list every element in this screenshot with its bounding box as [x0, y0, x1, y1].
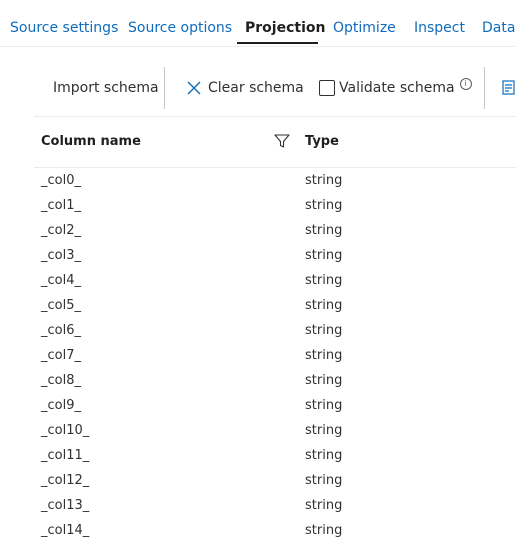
- close-icon: [187, 81, 201, 95]
- table-row[interactable]: _col7_ string: [34, 344, 516, 369]
- tab-projection[interactable]: Projection: [245, 19, 325, 37]
- table-row[interactable]: _col6_ string: [34, 319, 516, 344]
- active-tab-indicator: [237, 42, 318, 44]
- info-icon[interactable]: i: [459, 78, 472, 90]
- column-name-cell: _col7_: [41, 348, 81, 363]
- toolbar-divider: [164, 67, 165, 109]
- type-cell: string: [305, 523, 343, 538]
- toolbar-divider: [484, 67, 485, 109]
- type-cell: string: [305, 498, 343, 513]
- tab-data-preview[interactable]: Data preview: [482, 19, 516, 37]
- column-name-cell: _col13_: [41, 498, 90, 513]
- table-row[interactable]: _col10_ string: [34, 419, 516, 444]
- table-row[interactable]: _col0_ string: [34, 169, 516, 194]
- table-row[interactable]: _col3_ string: [34, 244, 516, 269]
- tab-inspect[interactable]: Inspect: [414, 19, 465, 37]
- type-cell: string: [305, 273, 343, 288]
- column-name-cell: _col8_: [41, 373, 81, 388]
- type-cell: string: [305, 448, 343, 463]
- table-row[interactable]: _col8_ string: [34, 369, 516, 394]
- validate-schema-checkbox[interactable]: Validate schema i: [319, 60, 472, 116]
- column-name-cell: _col2_: [41, 223, 81, 238]
- tab-source-settings[interactable]: Source settings: [10, 19, 118, 37]
- column-name-cell: _col1_: [41, 198, 81, 213]
- column-name-cell: _col10_: [41, 423, 90, 438]
- type-cell: string: [305, 423, 343, 438]
- toolbar: Import schema Clear schema Validate sche…: [34, 60, 516, 117]
- tab-optimize[interactable]: Optimize: [333, 19, 396, 37]
- table-row[interactable]: _col4_ string: [34, 269, 516, 294]
- column-name-cell: _col3_: [41, 248, 81, 263]
- table-header: Column name Type: [34, 118, 516, 168]
- table-row[interactable]: _col1_ string: [34, 194, 516, 219]
- table-row[interactable]: _col11_ string: [34, 444, 516, 469]
- clear-schema-label: Clear schema: [208, 80, 304, 96]
- column-name-cell: _col6_: [41, 323, 81, 338]
- import-schema-button[interactable]: Import schema: [53, 60, 159, 116]
- type-cell: string: [305, 323, 343, 338]
- filter-icon[interactable]: [274, 133, 290, 149]
- table-row[interactable]: _col9_ string: [34, 394, 516, 419]
- column-name-cell: _col0_: [41, 173, 81, 188]
- type-cell: string: [305, 473, 343, 488]
- schema-detect-icon: [502, 80, 515, 95]
- type-cell: string: [305, 373, 343, 388]
- import-schema-label: Import schema: [53, 80, 159, 96]
- checkbox-box[interactable]: [319, 80, 335, 96]
- validate-schema-label: Validate schema: [339, 80, 455, 96]
- type-cell: string: [305, 198, 343, 213]
- table-row[interactable]: _col13_ string: [34, 494, 516, 519]
- type-cell: string: [305, 248, 343, 263]
- table-row[interactable]: _col2_ string: [34, 219, 516, 244]
- column-name-cell: _col5_: [41, 298, 81, 313]
- table-body: _col0_ string _col1_ string _col2_ string _col…: [34, 169, 516, 544]
- table-row[interactable]: _col14_ string: [34, 519, 516, 544]
- type-cell: string: [305, 298, 343, 313]
- table-row[interactable]: _col12_ string: [34, 469, 516, 494]
- type-cell: string: [305, 223, 343, 238]
- detect-data-type-button[interactable]: [502, 60, 516, 116]
- column-name-cell: _col14_: [41, 523, 90, 538]
- type-cell: string: [305, 173, 343, 188]
- column-name-cell: _col11_: [41, 448, 90, 463]
- clear-schema-button[interactable]: Clear schema: [187, 60, 304, 116]
- column-name-cell: _col9_: [41, 398, 81, 413]
- type-header: Type: [305, 134, 339, 149]
- table-row[interactable]: _col5_ string: [34, 294, 516, 319]
- column-name-cell: _col4_: [41, 273, 81, 288]
- type-cell: string: [305, 398, 343, 413]
- tab-bar: Source settings Source options Projectio…: [0, 0, 516, 47]
- type-cell: string: [305, 348, 343, 363]
- tab-source-options[interactable]: Source options: [128, 19, 232, 37]
- column-name-cell: _col12_: [41, 473, 90, 488]
- column-name-header: Column name: [41, 134, 141, 149]
